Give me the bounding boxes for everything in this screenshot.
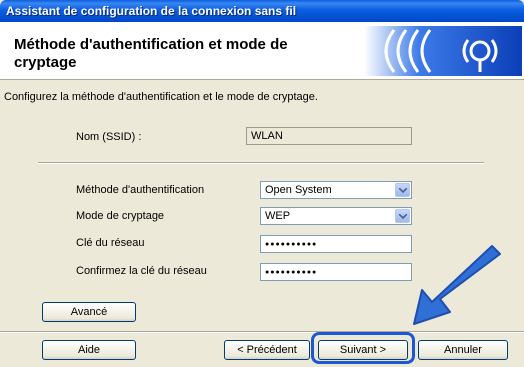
ssid-label: Nom (SSID) : xyxy=(76,131,142,143)
wireless-signal-icon xyxy=(364,26,522,76)
network-key-label: Clé du réseau xyxy=(76,237,145,249)
encryption-mode-value: WEP xyxy=(265,210,291,222)
title-bar[interactable]: Assistant de configuration de la connexi… xyxy=(0,0,524,22)
page-title: Méthode d'authentification et mode de cr… xyxy=(14,36,288,71)
advanced-button[interactable]: Avancé xyxy=(42,302,136,322)
confirm-key-label: Confirmez la clé du réseau xyxy=(76,265,207,277)
separator-highlight xyxy=(38,163,484,164)
help-button[interactable]: Aide xyxy=(42,340,136,360)
chevron-down-icon[interactable] xyxy=(395,209,410,223)
encryption-mode-select[interactable]: WEP xyxy=(260,207,412,225)
encryption-mode-label: Mode de cryptage xyxy=(76,210,165,222)
instruction-text: Configurez la méthode d'authentification… xyxy=(4,91,318,103)
pointer-arrow-icon xyxy=(413,245,501,325)
auth-method-value: Open System xyxy=(265,184,332,196)
next-button-highlight xyxy=(311,332,415,364)
network-key-input[interactable]: ●●●●●●●●●● xyxy=(260,235,412,253)
wizard-header: Méthode d'authentification et mode de cr… xyxy=(0,22,524,80)
confirm-key-input[interactable]: ●●●●●●●●●● xyxy=(260,263,412,281)
cancel-button[interactable]: Annuler xyxy=(418,340,508,360)
wizard-window: Assistant de configuration de la connexi… xyxy=(0,0,524,367)
auth-method-select[interactable]: Open System xyxy=(260,181,412,199)
ssid-field: WLAN xyxy=(246,127,412,145)
chevron-down-icon[interactable] xyxy=(395,183,410,197)
auth-method-label: Méthode d'authentification xyxy=(76,184,205,196)
previous-button[interactable]: < Précédent xyxy=(224,340,310,360)
window-title: Assistant de configuration de la connexi… xyxy=(6,4,297,18)
